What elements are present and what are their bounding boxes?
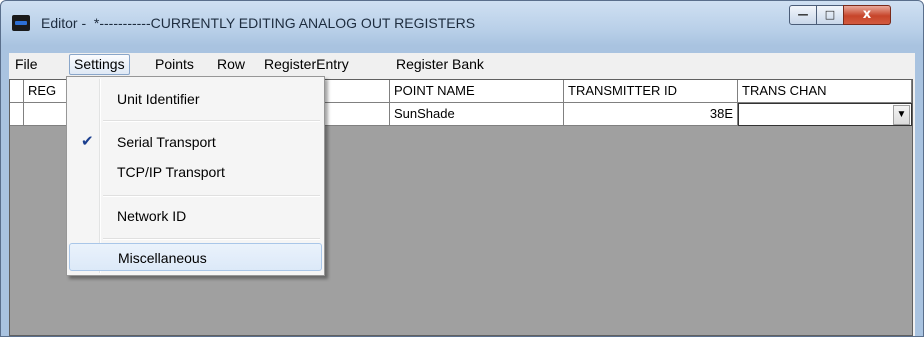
menu-item-label: Unit Identifier xyxy=(117,91,200,107)
column-header-transmitter-id[interactable]: TRANSMITTER ID xyxy=(564,80,738,103)
cell-transmitter-id[interactable]: 38E xyxy=(564,103,738,126)
row-header[interactable] xyxy=(10,103,24,126)
row-header-corner xyxy=(10,80,24,103)
maximize-icon: □ xyxy=(824,8,836,21)
menu-item-label: Network ID xyxy=(117,208,187,224)
menu-file[interactable]: File xyxy=(11,55,42,74)
menu-row[interactable]: Row xyxy=(213,55,249,74)
maximize-button[interactable]: □ xyxy=(816,5,844,25)
menu-bar: File Settings Points Row RegisterEntry R… xyxy=(9,53,915,76)
chevron-down-icon: ▼ xyxy=(896,109,907,120)
menu-item-tcpip-transport[interactable]: TCP/IP Transport xyxy=(69,158,322,186)
menu-registerentry[interactable]: RegisterEntry xyxy=(260,55,353,74)
title-bar[interactable]: Editor - *-----------CURRENTLY EDITING A… xyxy=(1,1,923,49)
menu-settings[interactable]: Settings xyxy=(69,54,130,75)
minimize-icon: — xyxy=(797,8,809,21)
menu-item-label: Miscellaneous xyxy=(118,250,207,266)
menu-separator xyxy=(103,238,320,240)
close-icon: x xyxy=(862,7,872,22)
menu-item-network-id[interactable]: Network ID xyxy=(69,202,322,230)
column-header-point-name[interactable]: POINT NAME xyxy=(390,80,564,103)
menu-points[interactable]: Points xyxy=(151,55,198,74)
cell-point-name[interactable]: SunShade xyxy=(390,103,564,126)
menu-item-serial-transport[interactable]: ✔ Serial Transport xyxy=(69,128,322,156)
menu-register-bank[interactable]: Register Bank xyxy=(392,55,488,74)
trans-chan-combo[interactable]: ▼ xyxy=(738,103,912,126)
close-button[interactable]: x xyxy=(843,5,891,25)
menu-separator xyxy=(103,195,320,197)
column-header-trans-chan[interactable]: TRANS CHAN xyxy=(738,80,912,103)
menu-item-label: Serial Transport xyxy=(117,134,216,150)
checkmark-icon: ✔ xyxy=(81,133,94,150)
menu-item-label: TCP/IP Transport xyxy=(117,164,225,180)
window-title: Editor - *-----------CURRENTLY EDITING A… xyxy=(41,15,476,31)
settings-dropdown-menu: Unit Identifier ✔ Serial Transport TCP/I… xyxy=(66,76,325,276)
menu-separator xyxy=(103,120,320,122)
menu-item-miscellaneous[interactable]: Miscellaneous xyxy=(69,243,322,271)
minimize-button[interactable]: — xyxy=(789,5,817,25)
app-icon[interactable] xyxy=(12,15,30,31)
menu-item-unit-identifier[interactable]: Unit Identifier xyxy=(69,85,322,113)
combo-dropdown-button[interactable]: ▼ xyxy=(893,105,910,125)
